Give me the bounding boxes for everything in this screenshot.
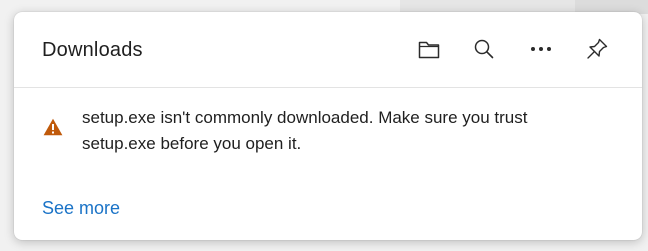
pin-panel-button[interactable] [580, 32, 614, 66]
pin-icon [587, 38, 608, 59]
downloads-header: Downloads [14, 12, 642, 88]
warning-triangle-icon [43, 118, 63, 136]
warning-message: setup.exe isn't commonly downloaded. Mak… [82, 108, 528, 153]
downloads-panel: Downloads setup.exe isn't commonly downl… [14, 12, 642, 240]
more-options-button[interactable] [524, 32, 558, 66]
see-more-link[interactable]: See more [42, 198, 120, 219]
panel-title: Downloads [42, 39, 143, 61]
folder-icon [418, 41, 440, 59]
open-downloads-folder-button[interactable] [412, 32, 446, 66]
search-icon [474, 39, 494, 59]
search-downloads-button[interactable] [467, 32, 501, 66]
download-warning-item[interactable]: setup.exe isn't commonly downloaded. Mak… [14, 88, 642, 240]
more-options-icon [531, 47, 551, 51]
